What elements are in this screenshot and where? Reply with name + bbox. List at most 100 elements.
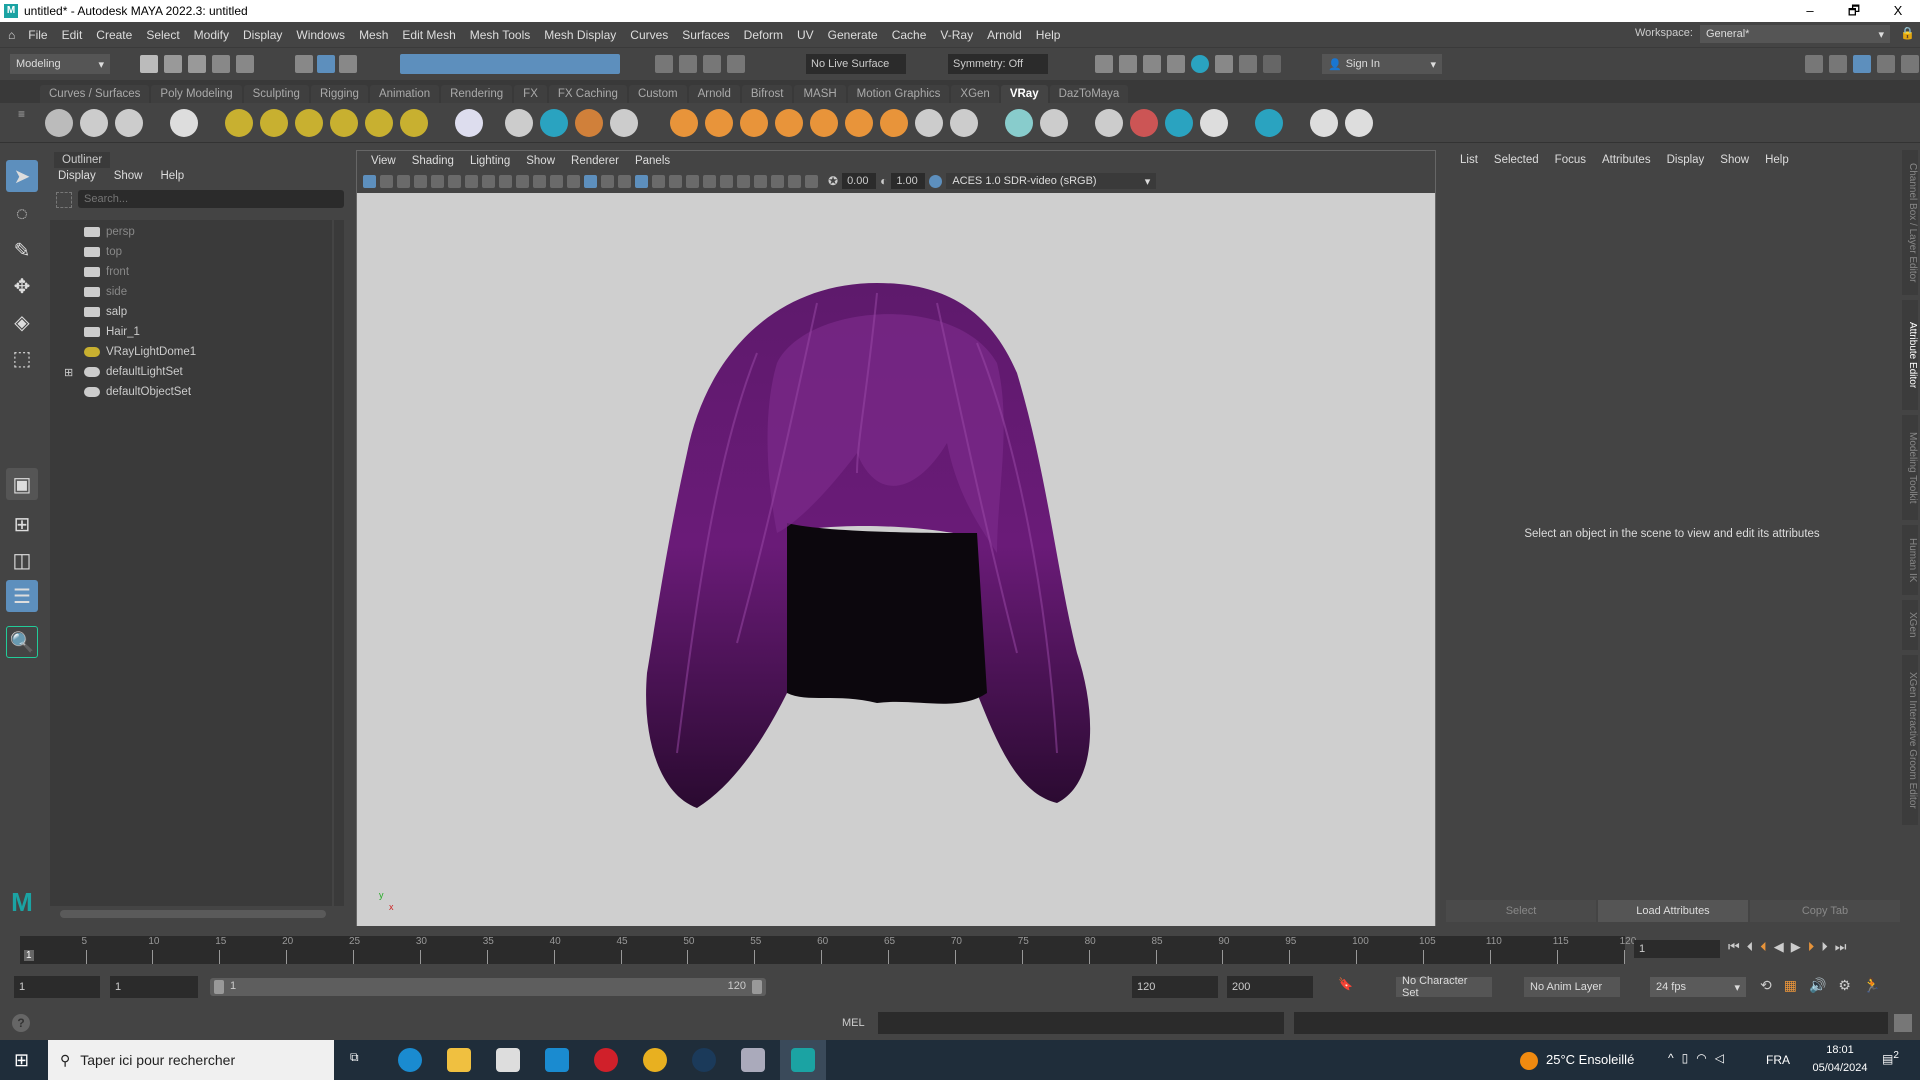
image-plane-icon[interactable] (414, 174, 427, 188)
shelf-tool-icon[interactable] (45, 109, 73, 137)
render-icon[interactable] (727, 55, 745, 73)
side-tab-modeling-toolkit[interactable]: Modeling Toolkit (1902, 415, 1918, 520)
store-icon[interactable] (496, 1048, 520, 1072)
shelf-tool-icon[interactable] (225, 109, 253, 137)
help-icon[interactable]: ? (12, 1014, 30, 1032)
shelf-tool-icon[interactable] (845, 109, 873, 137)
shelf-menu-icon[interactable]: ≡ (18, 107, 25, 121)
shadows-icon[interactable] (669, 174, 682, 188)
menu-windows[interactable]: Windows (289, 28, 352, 42)
menu-uv[interactable]: UV (790, 28, 821, 42)
chrome-icon[interactable] (643, 1048, 667, 1072)
shelf-tool-icon[interactable] (455, 109, 483, 137)
wireframe-icon[interactable] (567, 174, 580, 188)
select-button[interactable]: Select (1446, 900, 1596, 922)
attribute-editor-toggle-icon[interactable] (1853, 55, 1871, 73)
attr-menu-help[interactable]: Help (1757, 154, 1797, 166)
attr-menu-list[interactable]: List (1452, 154, 1486, 166)
xray-icon[interactable] (771, 174, 784, 188)
edge-icon[interactable] (398, 1048, 422, 1072)
move-tool-icon[interactable]: ✥ (6, 270, 38, 302)
menu-surfaces[interactable]: Surfaces (675, 28, 736, 42)
current-time-marker[interactable]: 1 (24, 950, 34, 961)
hypershade-icon[interactable] (1191, 55, 1209, 73)
load-attributes-button[interactable]: Load Attributes (1598, 900, 1748, 922)
side-tab-xgen-interactive-groom-editor[interactable]: XGen Interactive Groom Editor (1902, 655, 1918, 825)
snap-toolbar[interactable] (400, 54, 620, 74)
default-material-icon[interactable] (601, 174, 614, 188)
attr-menu-attributes[interactable]: Attributes (1594, 154, 1659, 166)
shelf-tab-xgen[interactable]: XGen (951, 85, 999, 103)
weather-text[interactable]: 25°C Ensoleillé (1546, 1052, 1634, 1067)
menu-edit-mesh[interactable]: Edit Mesh (395, 28, 462, 42)
step-back-icon[interactable]: ⏴ (1747, 939, 1754, 955)
open-scene-icon[interactable] (164, 55, 182, 73)
textured-icon[interactable] (635, 174, 648, 188)
exposure-field[interactable]: 0.00 (842, 173, 877, 189)
shelf-tab-arnold[interactable]: Arnold (688, 85, 740, 103)
menu-display[interactable]: Display (236, 28, 289, 42)
bookmark-icon[interactable] (397, 174, 410, 188)
attr-menu-show[interactable]: Show (1712, 154, 1757, 166)
shelf-tab-mash[interactable]: MASH (794, 85, 846, 103)
language-indicator[interactable]: FRA (1766, 1053, 1790, 1067)
shelf-tool-icon[interactable] (330, 109, 358, 137)
ao-icon[interactable] (686, 174, 699, 188)
outliner-item[interactable]: top (50, 242, 332, 262)
shelf-tool-icon[interactable] (1005, 109, 1033, 137)
grease-pencil-icon[interactable] (448, 174, 461, 188)
copy-tab-button[interactable]: Copy Tab (1750, 900, 1900, 922)
menu-mesh-tools[interactable]: Mesh Tools (463, 28, 537, 42)
four-view-icon[interactable]: ⊞ (6, 508, 38, 540)
play-back-icon[interactable]: ◀ (1774, 939, 1784, 955)
render-settings-icon[interactable] (1167, 55, 1185, 73)
menu-cache[interactable]: Cache (885, 28, 934, 42)
outliner-menu-show[interactable]: Show (114, 170, 143, 182)
outliner-item[interactable]: salp (50, 302, 332, 322)
run-icon[interactable]: 🏃 (1863, 977, 1880, 994)
minimize-button[interactable]: – (1788, 0, 1832, 22)
lasso-tool-icon[interactable]: ◌ (6, 198, 38, 230)
shelf-tool-icon[interactable] (505, 109, 533, 137)
single-view-icon[interactable]: ▣ (6, 468, 38, 500)
maya-taskbar-button[interactable] (780, 1040, 826, 1080)
input-output-icon[interactable] (679, 55, 697, 73)
shelf-tool-icon[interactable] (670, 109, 698, 137)
home-icon[interactable]: ⌂ (8, 28, 15, 42)
loop-icon[interactable]: ⟲ (1760, 977, 1772, 994)
current-frame-field[interactable]: 1 (1634, 940, 1720, 958)
search-icon[interactable]: 🔍 (6, 626, 38, 658)
sound-icon[interactable]: 🔊 (1809, 977, 1826, 994)
shelf-tab-rendering[interactable]: Rendering (441, 85, 513, 103)
render-current-icon[interactable] (1095, 55, 1113, 73)
shelf-tool-icon[interactable] (365, 109, 393, 137)
shelf-tool-icon[interactable] (610, 109, 638, 137)
shelf-tool-icon[interactable] (880, 109, 908, 137)
xray-joints-icon[interactable] (788, 174, 801, 188)
film-gate-icon[interactable] (482, 174, 495, 188)
auto-key-icon[interactable]: 🔖 (1338, 977, 1353, 991)
shelf-tool-icon[interactable] (705, 109, 733, 137)
sign-in-dropdown[interactable]: 👤 Sign In ▾ (1322, 54, 1442, 74)
smooth-shade-icon[interactable] (584, 174, 597, 188)
shelf-tab-fx-caching[interactable]: FX Caching (548, 85, 627, 103)
outliner-search-input[interactable] (78, 190, 344, 208)
shelf-tool-icon[interactable] (775, 109, 803, 137)
outliner-hscrollbar[interactable] (60, 910, 326, 918)
shelf-tool-icon[interactable] (295, 109, 323, 137)
shelf-tab-bifrost[interactable]: Bifrost (741, 85, 793, 103)
menu-help[interactable]: Help (1029, 28, 1068, 42)
outliner-vscrollbar[interactable] (334, 220, 344, 906)
outliner-item[interactable]: ⊞ defaultLightSet (50, 362, 332, 382)
colorspace-dropdown[interactable]: ACES 1.0 SDR-video (sRGB) ▾ (946, 173, 1157, 189)
shelf-tool-icon[interactable] (80, 109, 108, 137)
resolution-gate-icon[interactable] (499, 174, 512, 188)
aa-icon[interactable] (720, 174, 733, 188)
outliner-item[interactable]: side (50, 282, 332, 302)
clock-date[interactable]: 05/04/2024 (1808, 1062, 1872, 1074)
rotate-tool-icon[interactable]: ◈ (6, 306, 38, 338)
channel-box-icon[interactable] (1901, 55, 1919, 73)
shelf-tool-icon[interactable] (1200, 109, 1228, 137)
tool-settings-icon[interactable] (1877, 55, 1895, 73)
safe-action-icon[interactable] (550, 174, 563, 188)
